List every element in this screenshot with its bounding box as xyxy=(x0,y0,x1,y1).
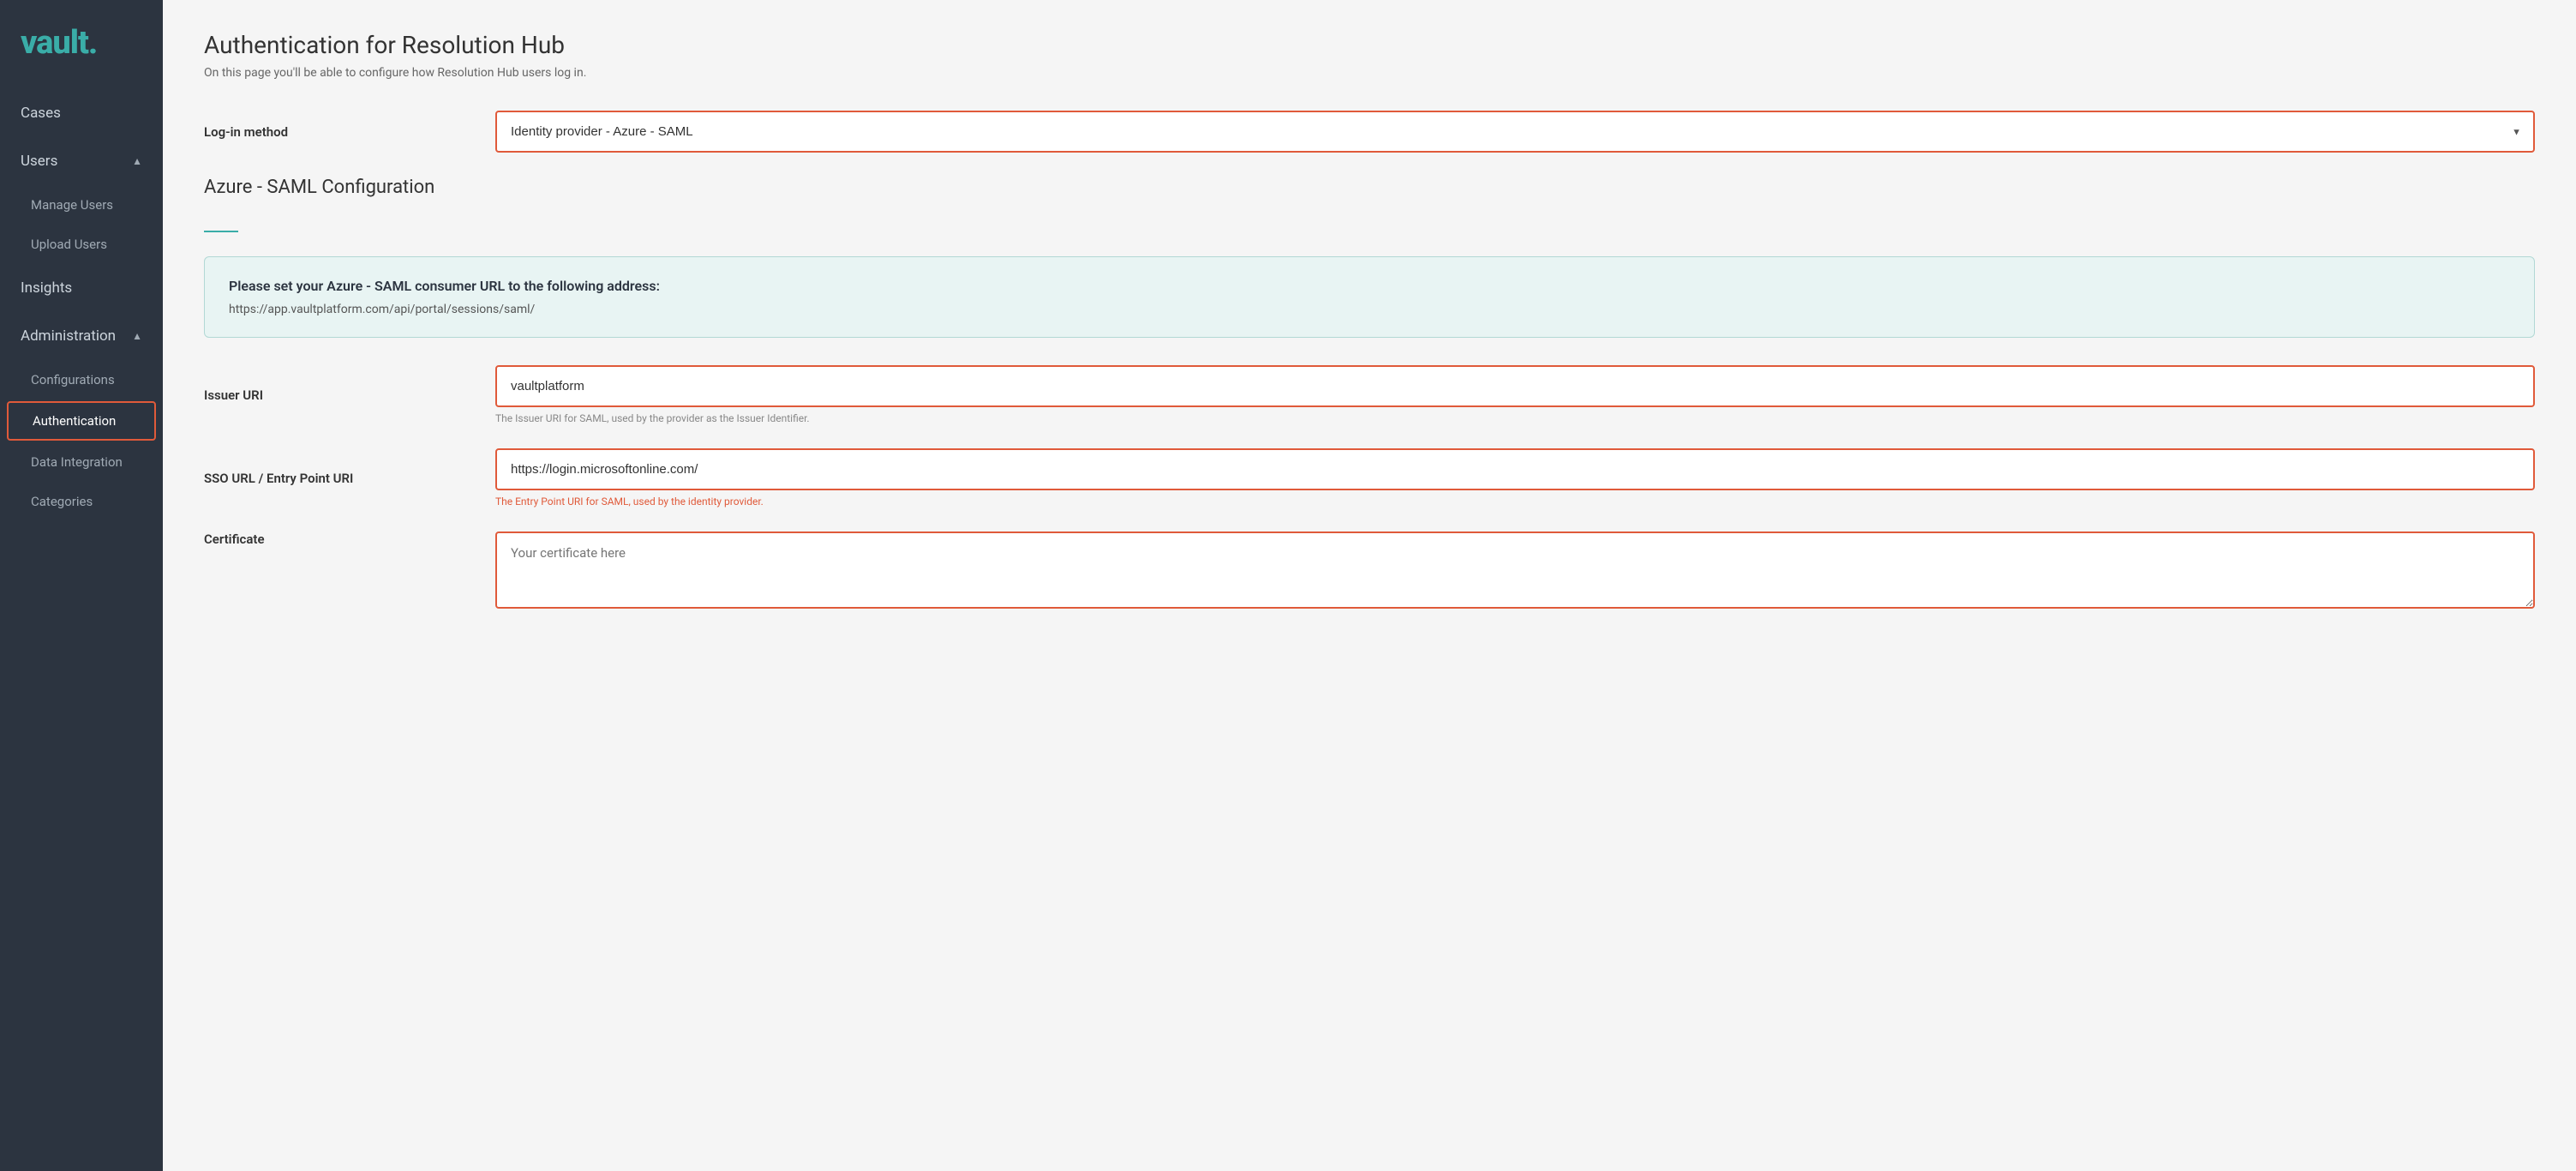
certificate-row: Certificate xyxy=(204,531,2535,612)
tab-saml-config[interactable] xyxy=(204,215,238,232)
issuer-uri-control: The Issuer URI for SAML, used by the pro… xyxy=(495,365,2535,424)
login-method-select-wrapper: Identity provider - Azure - SAML Usernam… xyxy=(495,111,2535,153)
login-method-label: Log-in method xyxy=(204,124,495,140)
issuer-uri-label: Issuer URI xyxy=(204,387,495,403)
sidebar-item-insights[interactable]: Insights xyxy=(0,264,163,312)
sidebar-item-cases[interactable]: Cases xyxy=(0,89,163,137)
app-logo: vault. xyxy=(0,0,163,89)
saml-section-title: Azure - SAML Configuration xyxy=(204,177,2535,198)
chevron-up-icon: ▲ xyxy=(132,155,142,167)
certificate-input[interactable] xyxy=(495,531,2535,609)
login-method-control: Identity provider - Azure - SAML Usernam… xyxy=(495,111,2535,153)
login-method-row: Log-in method Identity provider - Azure … xyxy=(204,111,2535,153)
sidebar-item-label: Administration xyxy=(21,327,116,345)
saml-tab-bar xyxy=(204,215,2535,232)
issuer-uri-hint: The Issuer URI for SAML, used by the pro… xyxy=(495,412,2535,424)
info-box-url: https://app.vaultplatform.com/api/portal… xyxy=(229,303,2510,316)
sso-url-row: SSO URL / Entry Point URI The Entry Poin… xyxy=(204,448,2535,507)
sidebar-item-authentication[interactable]: Authentication xyxy=(7,401,156,441)
sidebar-item-label: Cases xyxy=(21,105,61,122)
sidebar-item-manage-users[interactable]: Manage Users xyxy=(0,185,163,225)
sso-url-label: SSO URL / Entry Point URI xyxy=(204,471,495,486)
saml-info-box: Please set your Azure - SAML consumer UR… xyxy=(204,256,2535,338)
page-title: Authentication for Resolution Hub xyxy=(204,31,2535,59)
issuer-uri-row: Issuer URI The Issuer URI for SAML, used… xyxy=(204,365,2535,424)
certificate-label: Certificate xyxy=(204,531,495,547)
sidebar: vault. Cases Users ▲ Manage Users Upload… xyxy=(0,0,163,1171)
sidebar-item-users[interactable]: Users ▲ xyxy=(0,137,163,185)
sidebar-item-categories[interactable]: Categories xyxy=(0,482,163,521)
sidebar-item-label: Insights xyxy=(21,279,72,297)
sidebar-item-administration[interactable]: Administration ▲ xyxy=(0,312,163,360)
sidebar-item-label: Users xyxy=(21,153,57,170)
info-box-title: Please set your Azure - SAML consumer UR… xyxy=(229,278,2510,294)
sidebar-item-data-integration[interactable]: Data Integration xyxy=(0,442,163,482)
certificate-control xyxy=(495,531,2535,612)
page-subtitle: On this page you'll be able to configure… xyxy=(204,66,2535,80)
sidebar-item-configurations[interactable]: Configurations xyxy=(0,360,163,399)
issuer-uri-input[interactable] xyxy=(495,365,2535,407)
saml-section: Azure - SAML Configuration Please set yo… xyxy=(204,177,2535,612)
chevron-up-icon: ▲ xyxy=(132,330,142,342)
sso-url-input[interactable] xyxy=(495,448,2535,490)
main-content: Authentication for Resolution Hub On thi… xyxy=(163,0,2576,1171)
sso-url-hint: The Entry Point URI for SAML, used by th… xyxy=(495,495,2535,507)
sidebar-item-upload-users[interactable]: Upload Users xyxy=(0,225,163,264)
sso-url-control: The Entry Point URI for SAML, used by th… xyxy=(495,448,2535,507)
login-method-select[interactable]: Identity provider - Azure - SAML Usernam… xyxy=(495,111,2535,153)
